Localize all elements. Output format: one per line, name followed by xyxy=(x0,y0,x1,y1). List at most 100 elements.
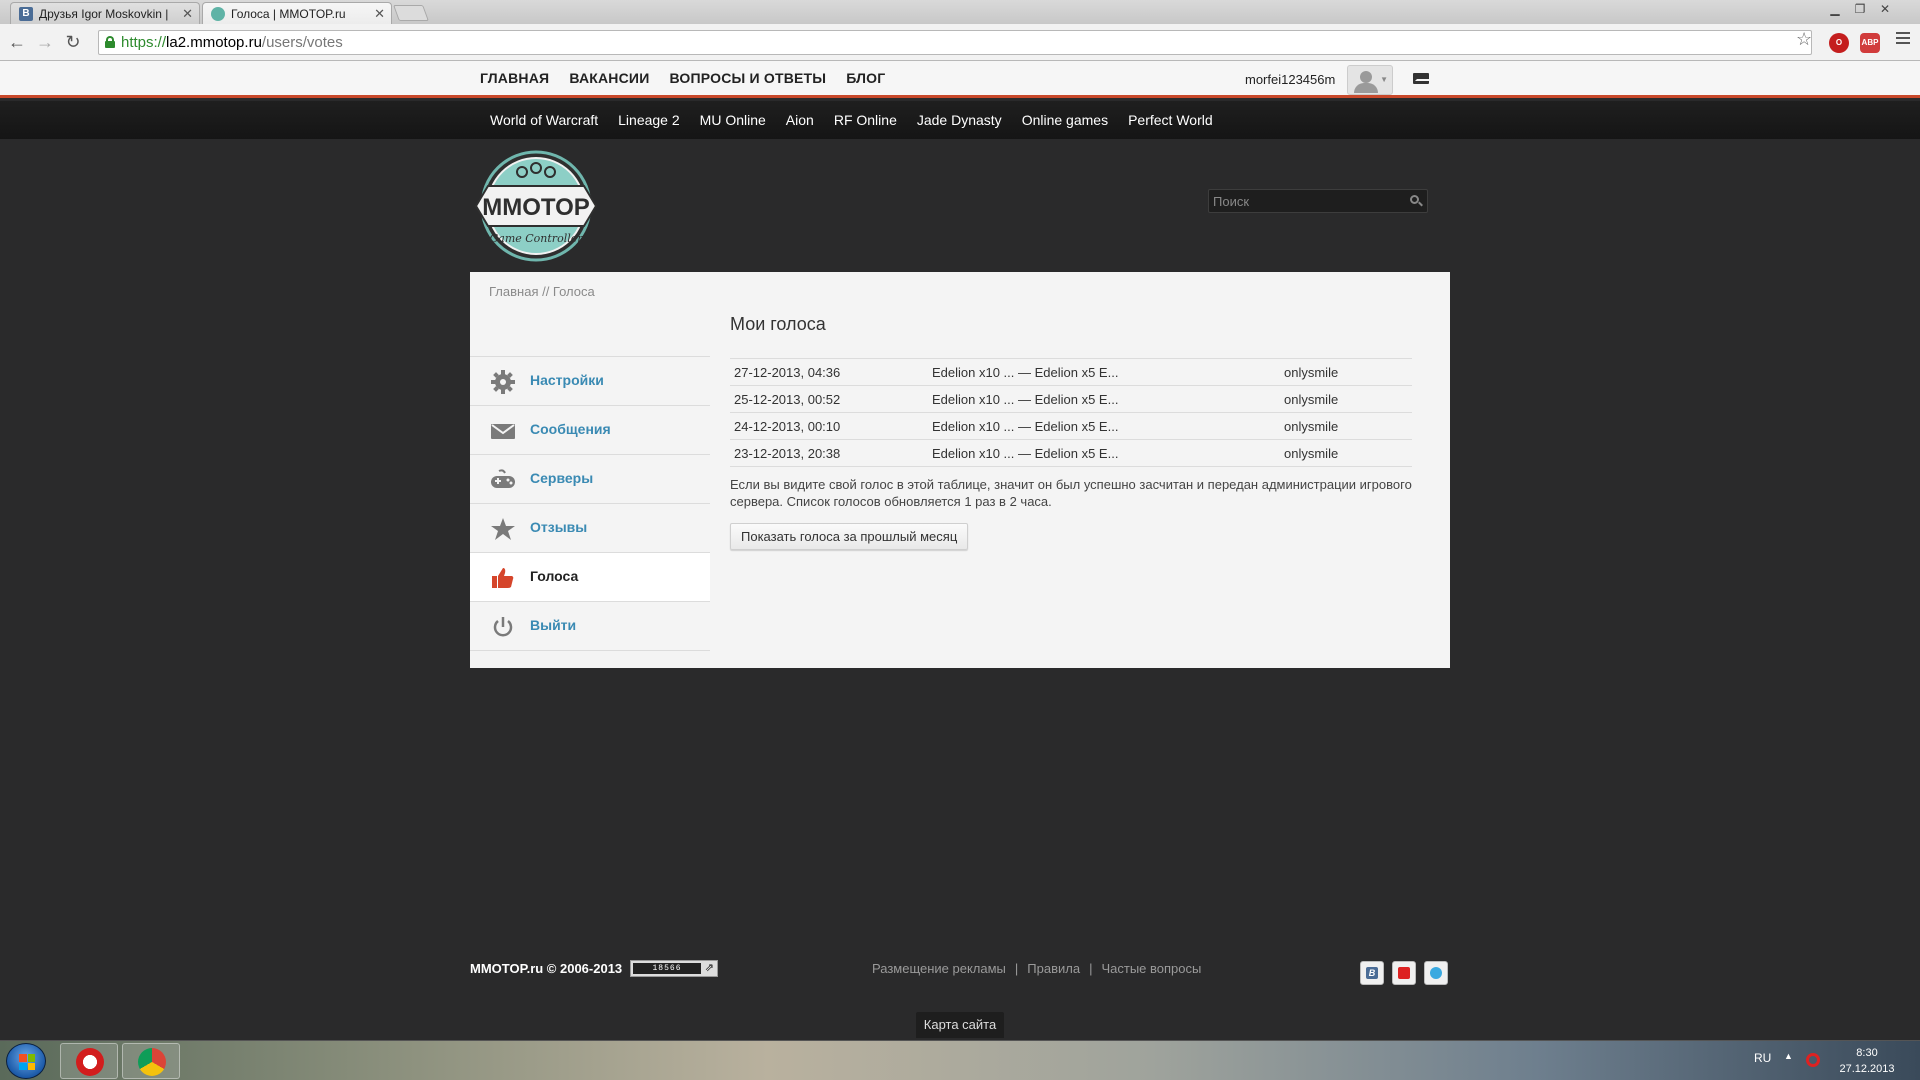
forward-icon[interactable]: → xyxy=(33,30,57,54)
nav-blog[interactable]: БЛОГ xyxy=(846,70,885,86)
browser-tab-mmotop[interactable]: Голоса | MMOTOP.ru ✕ xyxy=(202,2,392,24)
vote-server[interactable]: Edelion x10 ... — Edelion x5 E... xyxy=(928,385,1280,413)
votes-note: Если вы видите свой голос в этой таблице… xyxy=(730,477,1412,509)
adblock-icon[interactable]: ABP xyxy=(1860,33,1880,53)
window-close-icon[interactable]: ✕ xyxy=(1874,2,1896,16)
game-link[interactable]: RF Online xyxy=(834,112,897,128)
bookmark-star-icon[interactable]: ☆ xyxy=(1796,29,1812,50)
clock-date: 27.12.2013 xyxy=(1839,1063,1895,1075)
search-input[interactable] xyxy=(1213,192,1403,210)
nav-home[interactable]: ГЛАВНАЯ xyxy=(480,70,549,86)
game-link[interactable]: Online games xyxy=(1022,112,1108,128)
lock-icon xyxy=(105,36,115,48)
nav-vacancies[interactable]: ВАКАНСИИ xyxy=(569,70,649,86)
vote-server[interactable]: Edelion x10 ... — Edelion x5 E... xyxy=(928,412,1280,440)
show-last-month-button[interactable]: Показать голоса за прошлый месяц xyxy=(730,523,969,550)
browser-menu-icon[interactable] xyxy=(1896,32,1910,47)
envelope-icon xyxy=(491,424,515,439)
visit-counter[interactable]: 18566 ⇗ xyxy=(630,960,718,977)
clock-time: 8:30 xyxy=(1856,1047,1878,1059)
tray-expand-icon[interactable]: ▲ xyxy=(1784,1051,1793,1061)
youtube-icon[interactable] xyxy=(1392,961,1416,985)
new-tab-button[interactable] xyxy=(393,5,429,21)
game-link[interactable]: Lineage 2 xyxy=(618,112,680,128)
vote-date: 23-12-2013, 20:38 xyxy=(730,439,928,467)
footer-link-faq[interactable]: Частые вопросы xyxy=(1101,961,1201,976)
sidebar-item-settings[interactable]: Настройки xyxy=(470,357,710,406)
breadcrumb[interactable]: Главная // Голоса xyxy=(489,284,595,299)
username[interactable]: morfei123456m xyxy=(1245,72,1335,87)
gear-icon xyxy=(491,370,515,394)
chevron-down-icon: ▼ xyxy=(1380,75,1388,84)
content-panel: Главная // Голоса Настройки Сообщения Се… xyxy=(470,272,1450,668)
vote-date: 25-12-2013, 00:52 xyxy=(730,385,928,413)
logo-subtitle: Game Controller xyxy=(489,232,583,245)
vk-favicon-icon: В xyxy=(19,7,33,21)
power-icon xyxy=(493,617,513,637)
vote-server[interactable]: Edelion x10 ... — Edelion x5 E... xyxy=(928,358,1280,386)
sidebar-item-logout[interactable]: Выйти xyxy=(470,602,710,651)
table-row: 27-12-2013, 04:36 Edelion x10 ... — Edel… xyxy=(730,358,1412,386)
arrow-icon: ⇗ xyxy=(704,962,714,974)
vote-server[interactable]: Edelion x10 ... — Edelion x5 E... xyxy=(928,439,1280,467)
vk-icon[interactable]: В xyxy=(1360,961,1384,985)
sidebar-item-label: Голоса xyxy=(530,568,579,584)
sidebar-item-reviews[interactable]: Отзывы xyxy=(470,504,710,553)
minimize-icon[interactable]: ▁ xyxy=(1824,2,1846,16)
vote-date: 27-12-2013, 04:36 xyxy=(730,358,928,386)
mmotop-favicon-icon xyxy=(211,7,225,21)
votes-table: 27-12-2013, 04:36 Edelion x10 ... — Edel… xyxy=(730,358,1412,467)
separator: | xyxy=(1089,961,1093,976)
taskbar-opera[interactable] xyxy=(60,1043,118,1079)
language-indicator[interactable]: RU xyxy=(1754,1051,1771,1065)
chrome-icon xyxy=(138,1048,166,1076)
sidebar-item-label: Сообщения xyxy=(530,421,611,437)
close-tab-icon[interactable]: ✕ xyxy=(374,3,385,24)
system-clock[interactable]: 8:30 27.12.2013 xyxy=(1832,1045,1902,1077)
sitemap-link[interactable]: Карта сайта xyxy=(916,1012,1004,1038)
mail-icon[interactable] xyxy=(1413,73,1431,84)
sidebar-item-label: Выйти xyxy=(530,617,577,633)
table-row: 23-12-2013, 20:38 Edelion x10 ... — Edel… xyxy=(730,439,1412,467)
os-taskbar: RU ▲ 8:30 27.12.2013 xyxy=(0,1040,1920,1080)
table-row: 25-12-2013, 00:52 Edelion x10 ... — Edel… xyxy=(730,385,1412,413)
tray-opera-icon[interactable] xyxy=(1806,1053,1820,1067)
reload-icon[interactable]: ↻ xyxy=(61,30,85,54)
back-icon[interactable]: ← xyxy=(5,30,29,54)
sidebar-item-messages[interactable]: Сообщения xyxy=(470,406,710,455)
twitter-icon[interactable] xyxy=(1424,961,1448,985)
browser-tab-vk[interactable]: В Друзья Igor Moskovkin | ✕ xyxy=(10,2,200,24)
game-link[interactable]: MU Online xyxy=(700,112,766,128)
game-link[interactable]: Perfect World xyxy=(1128,112,1213,128)
mmotop-logo[interactable]: MMOTOP Game Controller xyxy=(472,150,600,262)
sidebar-item-servers[interactable]: Серверы xyxy=(470,455,710,504)
taskbar-chrome[interactable] xyxy=(122,1043,180,1079)
opera-icon[interactable]: O xyxy=(1829,33,1849,53)
nav-faq[interactable]: ВОПРОСЫ И ОТВЕТЫ xyxy=(669,70,826,86)
avatar[interactable]: ▼ xyxy=(1347,65,1393,95)
close-tab-icon[interactable]: ✕ xyxy=(182,3,193,24)
vote-date: 24-12-2013, 00:10 xyxy=(730,412,928,440)
sidebar-menu: Настройки Сообщения Серверы Отзывы Голос… xyxy=(470,356,710,651)
vote-user: onlysmile xyxy=(1280,358,1412,386)
game-link[interactable]: Aion xyxy=(786,112,814,128)
tab-title: Друзья Igor Moskovkin | xyxy=(39,7,169,21)
game-link[interactable]: Jade Dynasty xyxy=(917,112,1002,128)
windows-icon xyxy=(19,1054,35,1070)
address-bar[interactable]: https://la2.mmotop.ru/users/votes xyxy=(98,30,1812,55)
table-row: 24-12-2013, 00:10 Edelion x10 ... — Edel… xyxy=(730,412,1412,440)
vote-user: onlysmile xyxy=(1280,385,1412,413)
search-icon[interactable] xyxy=(1410,195,1419,204)
sidebar-item-label: Настройки xyxy=(530,372,604,388)
counter-value: 18566 xyxy=(633,963,701,974)
main-nav: ГЛАВНАЯ ВАКАНСИИ ВОПРОСЫ И ОТВЕТЫ БЛОГ xyxy=(480,70,885,86)
sidebar-item-votes[interactable]: Голоса xyxy=(470,553,710,602)
game-link[interactable]: World of Warcraft xyxy=(490,112,598,128)
footer-link-ads[interactable]: Размещение рекламы xyxy=(872,961,1006,976)
footer-link-rules[interactable]: Правила xyxy=(1027,961,1080,976)
logo-title: MMOTOP xyxy=(482,194,590,221)
restore-icon[interactable]: ❐ xyxy=(1849,2,1871,16)
start-button[interactable] xyxy=(6,1043,46,1079)
thumbs-up-icon xyxy=(492,568,514,588)
address-url: https://la2.mmotop.ru/users/votes xyxy=(121,34,343,51)
